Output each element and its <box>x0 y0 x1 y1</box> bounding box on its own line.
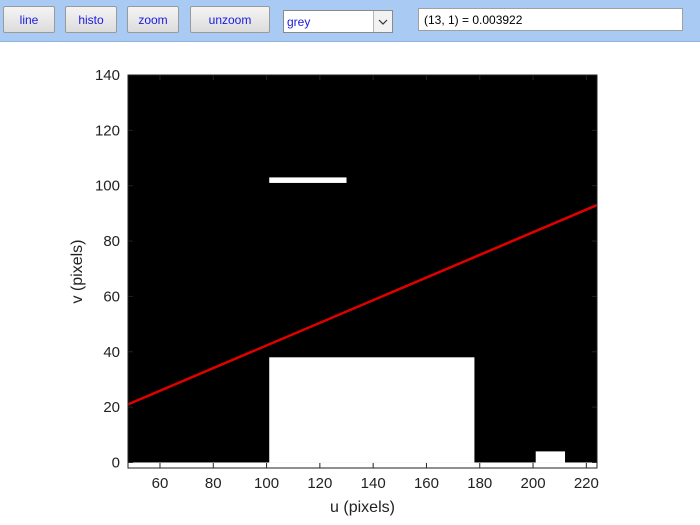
y-tick-label: 60 <box>103 288 120 305</box>
white-region-0 <box>128 462 597 468</box>
chevron-down-icon[interactable] <box>373 11 392 32</box>
y-tick-label: 20 <box>103 399 120 416</box>
toolbar: line histo zoom unzoom grey (13, 1) = 0.… <box>0 0 700 42</box>
y-tick-label: 0 <box>112 454 120 471</box>
line-button[interactable]: line <box>3 6 55 33</box>
x-tick-label: 80 <box>205 475 222 492</box>
x-tick-label: 140 <box>361 475 386 492</box>
histo-button[interactable]: histo <box>65 6 117 33</box>
y-tick-label: 40 <box>103 344 120 361</box>
x-tick-label: 160 <box>414 475 439 492</box>
y-tick-label: 80 <box>103 233 120 250</box>
colormap-select-value: grey <box>287 15 311 29</box>
x-axis-label: u (pixels) <box>330 499 395 516</box>
y-tick-label: 120 <box>95 122 120 139</box>
y-axis-label: v (pixels) <box>69 239 86 303</box>
image-figure[interactable]: 60 80 100 120 140 160 180 200 220 0 20 40 60 80 100 12… <box>0 41 700 525</box>
unzoom-button[interactable]: unzoom <box>190 6 270 33</box>
x-tick-label: 60 <box>152 475 169 492</box>
y-tick-label: 140 <box>95 67 120 84</box>
white-region-3 <box>269 177 347 183</box>
x-tick-label: 200 <box>521 475 546 492</box>
zoom-button[interactable]: zoom <box>127 6 179 33</box>
x-tick-label: 120 <box>307 475 332 492</box>
y-tick-label: 100 <box>95 178 120 195</box>
x-tick-label: 100 <box>254 475 279 492</box>
white-region-2 <box>535 451 566 463</box>
white-region-1 <box>269 357 475 463</box>
x-tick-label: 180 <box>467 475 492 492</box>
pixel-value-readout: (13, 1) = 0.003922 <box>418 8 683 31</box>
x-tick-label: 220 <box>574 475 599 492</box>
pixel-value-text: (13, 1) = 0.003922 <box>424 13 523 27</box>
colormap-select[interactable]: grey <box>283 10 393 33</box>
